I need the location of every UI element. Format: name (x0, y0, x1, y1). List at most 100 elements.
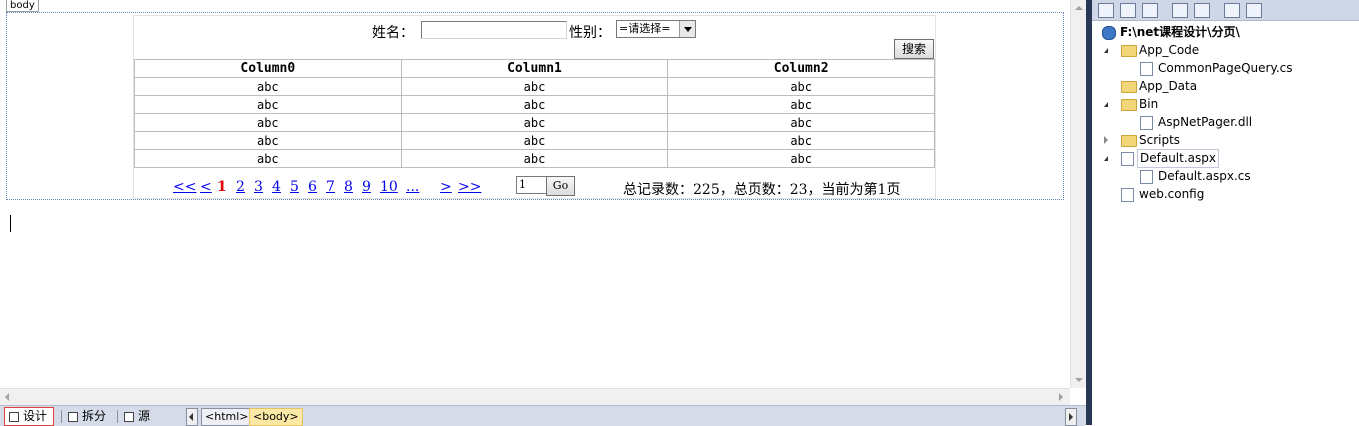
search-button[interactable]: 搜索 (894, 39, 934, 59)
pager-page-link[interactable]: 9 (362, 179, 371, 195)
search-form: 姓名： 性别： =请选择= (134, 20, 935, 42)
scroll-down-icon[interactable] (1075, 378, 1083, 382)
grid-cell: abc (134, 113, 402, 132)
pager-page-link[interactable]: 6 (308, 179, 317, 195)
name-input[interactable] (421, 21, 567, 39)
design-view-icon (9, 412, 19, 422)
page-content: 姓名： 性别： =请选择= 搜索 Column0 Column1 Column2… (133, 15, 936, 199)
dll-file-icon (1140, 116, 1153, 130)
pager: << < 1 2 3 4 5 6 7 8 9 10 ... > >> 1 Go … (134, 176, 935, 198)
pager-page-link[interactable]: 8 (344, 179, 353, 195)
scroll-up-icon[interactable] (1075, 6, 1083, 10)
go-button[interactable]: Go (546, 176, 575, 196)
breadcrumb-html[interactable]: <html> (201, 408, 253, 426)
folder-icon (1121, 99, 1137, 111)
copy-website-icon[interactable] (1224, 3, 1240, 18)
folder-icon (1121, 81, 1137, 93)
view-code-icon[interactable] (1172, 3, 1188, 18)
vertical-scrollbar[interactable] (1070, 0, 1087, 388)
expanded-icon[interactable] (1104, 48, 1108, 53)
cs-file-icon (1140, 170, 1153, 184)
gender-label: 性别： (569, 25, 611, 41)
pager-summary: 总记录数：225，总页数：23，当前为第1页 (623, 182, 901, 198)
folder-icon (1121, 135, 1137, 147)
asp-config-icon[interactable] (1246, 3, 1262, 18)
grid-cell: abc (667, 95, 935, 114)
pager-prev-link[interactable]: < (200, 179, 212, 195)
grid-cell: abc (400, 77, 669, 96)
body-tag-label[interactable]: body (6, 0, 39, 12)
grid-cell: abc (400, 95, 669, 114)
aspx-file-icon (1121, 152, 1134, 166)
pager-page-link[interactable]: 5 (290, 179, 299, 195)
breadcrumb-right-icon[interactable] (1065, 408, 1077, 426)
grid-header-cell: Column2 (667, 59, 935, 78)
tab-source-label: 源 (138, 409, 151, 423)
collapsed-icon[interactable] (1104, 136, 1108, 144)
grid-cell: abc (400, 113, 669, 132)
pager-page-link[interactable]: 3 (254, 179, 263, 195)
pager-more-link[interactable]: ... (406, 179, 419, 195)
expanded-icon[interactable] (1104, 156, 1108, 161)
split-view-icon (68, 412, 78, 422)
horizontal-scrollbar[interactable] (0, 388, 1070, 405)
design-surface[interactable]: body 姓名： 性别： =请选择= 搜索 Column0 Column1 Co… (0, 0, 1087, 426)
folder-icon (1121, 45, 1137, 57)
grid-cell: abc (667, 113, 935, 132)
project-icon (1102, 26, 1116, 40)
source-view-icon (124, 412, 134, 422)
tab-source[interactable]: 源 (120, 408, 156, 425)
view-designer-icon[interactable] (1194, 3, 1210, 18)
grid-cell: abc (667, 131, 935, 150)
config-file-icon (1121, 188, 1134, 202)
scroll-right-icon[interactable] (1059, 393, 1063, 401)
solution-explorer-toolbar (1092, 0, 1359, 21)
table-row: abc abc abc (134, 95, 935, 114)
pager-current-page: 1 (217, 179, 227, 195)
table-row: abc abc abc (134, 131, 935, 150)
data-grid: Column0 Column1 Column2 abc abc abc abc … (134, 59, 935, 168)
refresh-icon[interactable] (1120, 3, 1136, 18)
grid-header-cell: Column1 (400, 59, 669, 78)
tab-split[interactable]: 拆分 (64, 408, 112, 425)
page-number-input[interactable]: 1 (516, 176, 548, 194)
grid-cell: abc (400, 149, 669, 168)
grid-cell: abc (667, 149, 935, 168)
pager-first-link[interactable]: << (173, 179, 196, 195)
table-row: abc abc abc (134, 113, 935, 132)
grid-cell: abc (400, 131, 669, 150)
table-row: abc abc abc (134, 77, 935, 96)
breadcrumb-left-icon[interactable] (186, 408, 198, 426)
tab-separator (117, 410, 118, 423)
grid-cell: abc (134, 95, 402, 114)
scroll-left-icon[interactable] (5, 393, 9, 401)
pager-page-link[interactable]: 10 (380, 179, 398, 195)
view-tabs-bar: 设计 拆分 源 <html> <body> (0, 405, 1086, 426)
gender-select[interactable]: =请选择= (616, 20, 696, 38)
name-label: 姓名： (372, 25, 414, 41)
grid-cell: abc (134, 149, 402, 168)
chevron-down-icon[interactable] (679, 21, 695, 37)
gender-select-value: =请选择= (619, 22, 671, 35)
expanded-icon[interactable] (1104, 102, 1108, 107)
pager-last-link[interactable]: >> (458, 179, 481, 195)
properties-icon[interactable] (1098, 3, 1114, 18)
table-row: abc abc abc (134, 149, 935, 168)
tab-split-label: 拆分 (82, 409, 107, 423)
cs-file-icon (1140, 62, 1153, 76)
text-caret (10, 215, 11, 232)
nest-files-icon[interactable] (1142, 3, 1158, 18)
breadcrumb-body[interactable]: <body> (249, 408, 303, 426)
pager-page-link[interactable]: 7 (326, 179, 335, 195)
tab-design-label: 设计 (23, 409, 48, 423)
grid-cell: abc (667, 77, 935, 96)
tab-design[interactable]: 设计 (4, 407, 55, 426)
pager-next-link[interactable]: > (440, 179, 452, 195)
tab-separator (61, 410, 62, 423)
solution-explorer: F:\net课程设计\分页\ App_Code CommonPageQuery.… (1092, 0, 1359, 425)
grid-cell: abc (134, 131, 402, 150)
grid-header-cell: Column0 (134, 59, 402, 78)
pager-page-link[interactable]: 4 (272, 179, 281, 195)
grid-header-row: Column0 Column1 Column2 (134, 59, 935, 78)
pager-page-link[interactable]: 2 (236, 179, 245, 195)
